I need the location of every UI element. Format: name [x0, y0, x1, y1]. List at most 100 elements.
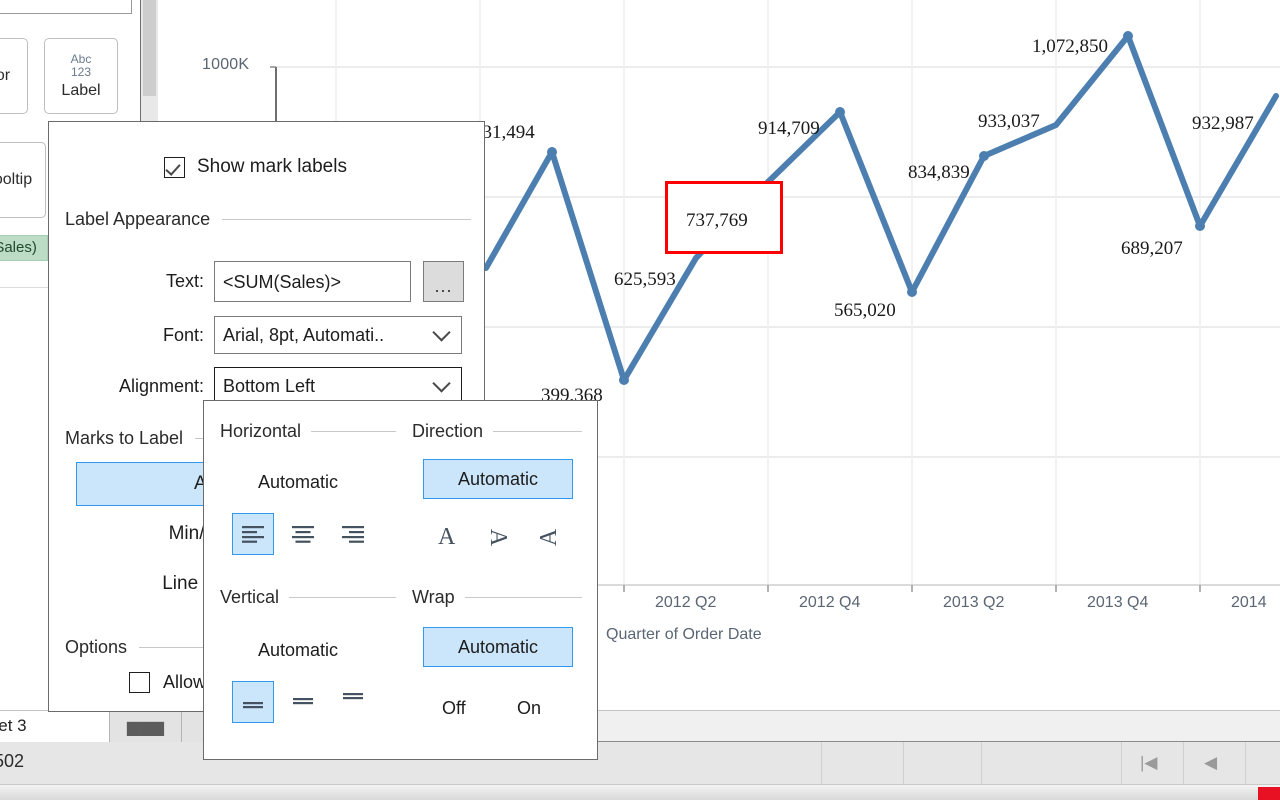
new-worksheet-button[interactable]: ▆▆▆ [110, 711, 182, 742]
wrap-section-header: Wrap [412, 587, 582, 608]
x-axis-title: Quarter of Order Date [606, 626, 762, 643]
x-axis-tick-3: 2013 Q4 [1087, 594, 1149, 611]
text-row: Text: <SUM(Sales)> ... [65, 261, 471, 302]
align-bottom-icon[interactable] [232, 681, 274, 723]
wrap-on-option[interactable]: On [517, 698, 541, 719]
data-label-2014-q2: 932,987 [1192, 113, 1254, 134]
data-label-2012-q4: 914,709 [758, 118, 820, 139]
marks-tooltip-label: Tooltip [0, 171, 33, 188]
font-select[interactable]: Arial, 8pt, Automati.. [214, 316, 462, 354]
align-top-icon[interactable] [332, 681, 374, 723]
allow-labels-overlap-checkbox[interactable] [129, 672, 150, 693]
close-indicator-icon [1258, 787, 1280, 800]
chevron-down-icon [432, 323, 451, 342]
marks-type-dropdown[interactable] [0, 0, 132, 14]
scrollbar-thumb[interactable] [143, 0, 156, 96]
marks-to-label-title: Marks to Label [65, 428, 184, 448]
align-right-glyph [342, 526, 364, 543]
section-rule [493, 431, 582, 432]
direction-rotate-up-icon[interactable]: A [536, 529, 563, 546]
vertical-automatic-option[interactable]: Automatic [258, 640, 338, 661]
nav-prev-cell[interactable]: ◀ [1184, 742, 1246, 784]
text-field-label: Text: [165, 271, 204, 291]
status-cell-2 [822, 742, 904, 784]
vertical-title: Vertical [220, 587, 280, 607]
windows-taskbar [0, 784, 1280, 800]
marks-color-label: Color [0, 67, 11, 84]
wrap-off-option[interactable]: Off [442, 698, 466, 719]
wrap-title: Wrap [412, 587, 455, 607]
font-field-label: Font: [162, 324, 204, 345]
horizontal-automatic-option[interactable]: Automatic [258, 472, 338, 493]
alignment-select-value: Bottom Left [223, 375, 316, 396]
align-right-icon[interactable] [332, 513, 374, 555]
show-mark-labels-checkbox[interactable] [164, 156, 185, 178]
status-cell-3 [904, 742, 982, 784]
marks-tooltip-card[interactable]: Tooltip [0, 142, 46, 218]
align-center-icon[interactable] [282, 513, 324, 555]
section-rule [289, 597, 396, 598]
marks-label-card[interactable]: Abc 123 Label [44, 38, 118, 114]
align-middle-glyph [293, 698, 313, 705]
label-appearance-title: Label Appearance [65, 209, 211, 229]
worksheet-tab-sheet3[interactable]: Sheet 3 [0, 711, 110, 742]
horizontal-section-header: Horizontal [220, 421, 396, 442]
nav-first-cell[interactable]: |◀ [1122, 742, 1184, 784]
nav-prev-icon[interactable]: ◀ [1204, 753, 1217, 773]
data-label-2013-q2: 834,839 [908, 162, 970, 183]
highlighted-mark-label-box[interactable]: 737,769 [665, 181, 783, 254]
align-left-glyph [242, 526, 264, 543]
x-axis-tick-4: 2014 [1231, 594, 1267, 611]
text-input[interactable]: <SUM(Sales)> [214, 261, 411, 302]
chevron-down-icon [432, 374, 451, 393]
direction-section-header: Direction [412, 421, 582, 442]
section-rule [311, 431, 396, 432]
wrap-automatic-option[interactable]: Automatic [423, 627, 573, 667]
data-label-2013-q4: 1,072,850 [1032, 36, 1108, 57]
alignment-popup: Horizontal Automatic Vertical Automatic … [203, 400, 598, 760]
direction-title: Direction [412, 421, 484, 441]
text-ellipsis-button[interactable]: ... [423, 261, 464, 302]
section-rule [464, 597, 582, 598]
show-mark-labels-label: Show mark labels [197, 156, 347, 177]
data-label-2012-q2: 625,593 [614, 269, 676, 290]
x-axis-tick-1: 2012 Q4 [799, 594, 861, 611]
y-axis-tick-1000k: 1000K [202, 56, 250, 73]
status-bar-value: 502 [0, 751, 25, 771]
align-top-glyph [343, 693, 363, 700]
abc123-icon: Abc 123 [70, 51, 92, 79]
nav-first-icon[interactable]: |◀ [1140, 753, 1158, 773]
data-label-2012-q3: 737,769 [686, 210, 748, 231]
options-title: Options [65, 637, 128, 657]
tableau-window: 1000K 531,494 399,368 625,593 914,709 56… [0, 0, 1280, 800]
worksheet-tab-bar[interactable]: Sheet 3 ▆▆▆ ▢ [0, 710, 1280, 742]
field-pill-slot-empty[interactable] [0, 262, 48, 288]
direction-horizontal-icon[interactable]: A [438, 524, 455, 551]
direction-automatic-option[interactable]: Automatic [423, 459, 573, 499]
status-bar: 502 |◀ ◀ [0, 742, 1280, 784]
x-axis-tick-2: 2013 Q2 [943, 594, 1005, 611]
font-row: Font: Arial, 8pt, Automati.. [65, 316, 471, 354]
status-cell-1 [760, 742, 822, 784]
vertical-section-header: Vertical [220, 587, 396, 608]
align-bottom-glyph [243, 702, 263, 709]
horizontal-title: Horizontal [220, 421, 302, 441]
label-appearance-section-header: Label Appearance [65, 209, 471, 230]
bar-chart-icon: ▆▆▆ [127, 718, 164, 736]
section-rule [222, 219, 471, 220]
data-label-2014-q1: 689,207 [1121, 238, 1183, 259]
align-middle-icon[interactable] [282, 681, 324, 723]
marks-label-caption: Label [61, 81, 101, 99]
align-center-glyph [292, 526, 314, 543]
font-select-value: Arial, 8pt, Automati.. [223, 324, 385, 345]
alignment-field-label: Alignment: [118, 375, 204, 396]
data-label-2013-q3: 933,037 [978, 111, 1040, 132]
x-axis-tick-0: 2012 Q2 [655, 594, 717, 611]
marks-color-card[interactable]: Color [0, 38, 28, 114]
data-label-2013-q1: 565,020 [834, 300, 896, 321]
align-left-icon[interactable] [232, 513, 274, 555]
direction-rotate-down-icon[interactable]: A [484, 529, 511, 546]
field-pill-sum-sales[interactable]: SUM(Sales) [0, 235, 48, 261]
show-mark-labels-row[interactable]: Show mark labels [164, 156, 347, 178]
status-cell-4 [982, 742, 1122, 784]
